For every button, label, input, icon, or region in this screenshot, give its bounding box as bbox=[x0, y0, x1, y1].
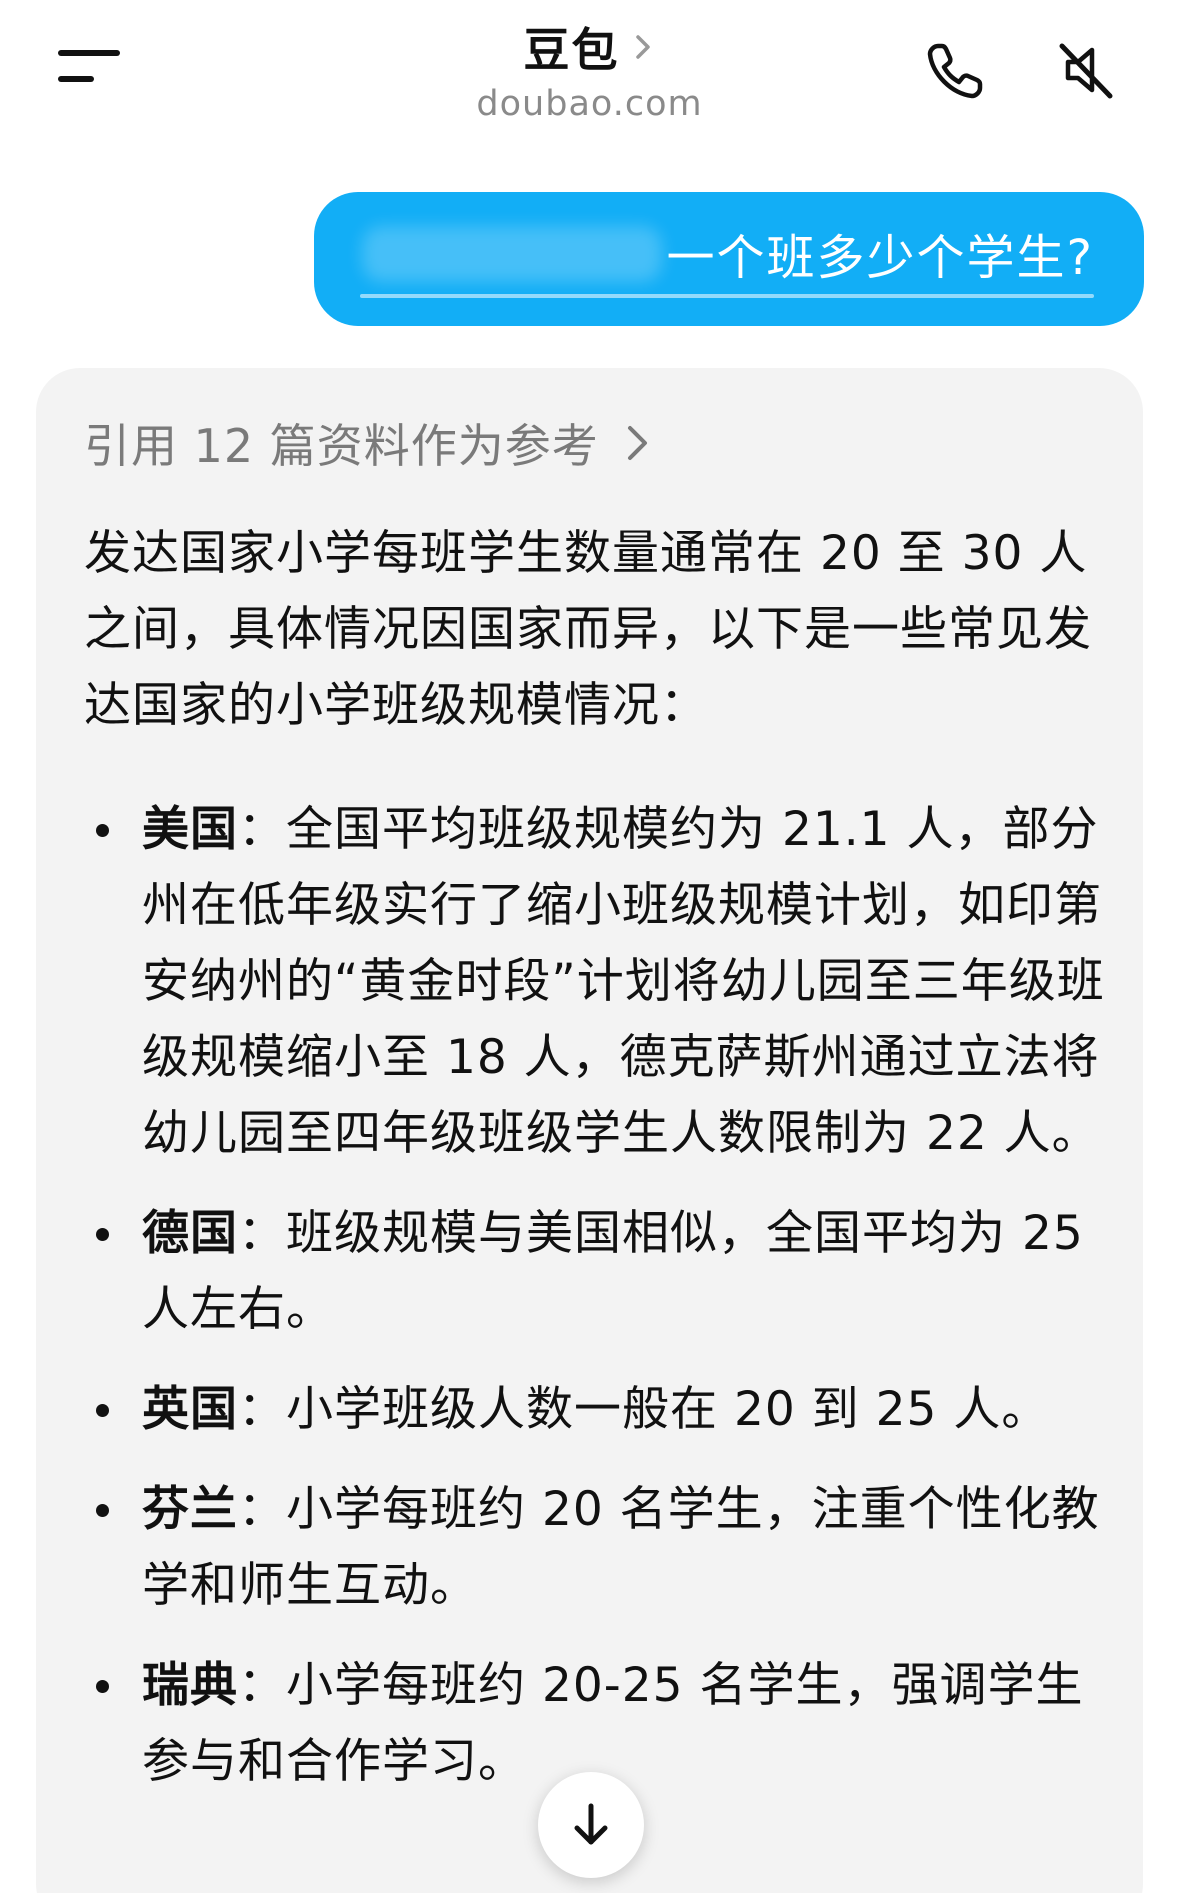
list-item-text: 全国平均班级规模约为 21.1 人，部分州在低年级实行了缩小班级规模计划，如印第… bbox=[142, 802, 1105, 1161]
list-item-label: 英国 bbox=[142, 1382, 238, 1437]
chat-screen: 豆包 doubao.com 一个班多少个学生? 引用 12 篇资料作为参考 发达… bbox=[0, 0, 1179, 1893]
list-item-label: 美国 bbox=[142, 802, 238, 857]
top-bar: 豆包 doubao.com bbox=[0, 0, 1179, 140]
chevron-right-icon bbox=[635, 35, 650, 59]
list-item-label: 德国 bbox=[142, 1206, 238, 1261]
chevron-right-icon bbox=[627, 426, 647, 460]
speaker-muted-icon[interactable] bbox=[1054, 38, 1118, 102]
list-item-text: 小学每班约 20 名学生，注重个性化教学和师生互动。 bbox=[142, 1482, 1100, 1613]
phone-icon[interactable] bbox=[924, 38, 988, 102]
list-item-separator: ： bbox=[238, 1382, 286, 1437]
list-item-separator: ： bbox=[238, 1206, 286, 1261]
references-label: 引用 12 篇资料作为参考 bbox=[84, 419, 599, 473]
list-item-label: 瑞典 bbox=[142, 1658, 238, 1713]
list-item-uk: 英国：小学班级人数一般在 20 到 25 人。 bbox=[84, 1372, 1124, 1448]
list-item-usa: 美国：全国平均班级规模约为 21.1 人，部分州在低年级实行了缩小班级规模计划，… bbox=[84, 792, 1124, 1172]
scroll-down-button[interactable] bbox=[538, 1772, 644, 1878]
bullet-dot bbox=[96, 1680, 109, 1693]
list-item-separator: ： bbox=[238, 1482, 286, 1537]
arrow-down-icon bbox=[574, 1803, 608, 1845]
bullet-dot bbox=[96, 1228, 109, 1241]
list-item-separator: ： bbox=[238, 1658, 286, 1713]
answer-intro: 发达国家小学每班学生数量通常在 20 至 30 人之间，具体情况因国家而异，以下… bbox=[84, 526, 1092, 733]
references-link[interactable]: 引用 12 篇资料作为参考 bbox=[84, 410, 651, 476]
list-item-text: 小学班级人数一般在 20 到 25 人。 bbox=[286, 1382, 1050, 1437]
list-item-label: 芬兰 bbox=[142, 1482, 238, 1537]
app-url: doubao.com bbox=[476, 84, 703, 124]
assistant-answer-card: 引用 12 篇资料作为参考 发达国家小学每班学生数量通常在 20 至 30 人之… bbox=[36, 368, 1143, 1893]
user-message-text: 一个班多少个学生? bbox=[666, 230, 1094, 286]
redacted-text bbox=[362, 226, 662, 282]
app-title: 豆包 bbox=[523, 23, 620, 77]
bullet-dot bbox=[96, 1404, 109, 1417]
list-item-germany: 德国：班级规模与美国相似，全国平均为 25 人左右。 bbox=[84, 1196, 1124, 1348]
country-list: 美国：全国平均班级规模约为 21.1 人，部分州在低年级实行了缩小班级规模计划，… bbox=[84, 792, 1124, 1800]
title-area: 豆包 doubao.com bbox=[0, 14, 1179, 124]
user-message-bubble[interactable]: 一个班多少个学生? bbox=[314, 192, 1144, 326]
app-title-button[interactable]: 豆包 bbox=[524, 14, 656, 80]
bullet-dot bbox=[96, 1504, 109, 1517]
list-item-finland: 芬兰：小学每班约 20 名学生，注重个性化教学和师生互动。 bbox=[84, 1472, 1124, 1624]
text-underline bbox=[360, 294, 1094, 298]
bullet-dot bbox=[96, 824, 109, 837]
list-item-separator: ： bbox=[238, 802, 286, 857]
